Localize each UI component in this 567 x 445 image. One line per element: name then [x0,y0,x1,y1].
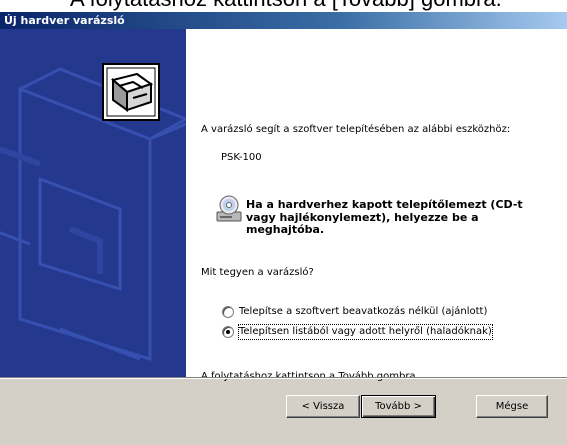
cd-drive-icon [216,195,242,222]
wizard-content: A varázsló segít a szoftver telepítésébe… [201,29,561,382]
banner-text: A folytatáshoz kattintson a [Tovább] gom… [70,0,502,10]
background-instruction-banner: A folytatáshoz kattintson a [Tovább] gom… [0,0,567,12]
option-automatic-label[interactable]: Telepítse a szoftvert beavatkozás nélkül… [239,305,487,319]
back-button[interactable]: < Vissza [286,395,360,418]
radio-manual[interactable] [222,326,234,338]
title-bar[interactable]: Új hardver varázsló [0,12,567,29]
intro-text: A varázsló segít a szoftver telepítésébe… [201,124,511,135]
option-manual-label[interactable]: Telepítsen listából vagy adott helyről (… [238,324,493,340]
wizard-window: Új hardver varázsló A varázsló segít a s… [0,12,567,445]
next-button[interactable]: Tovább > [361,395,436,418]
insert-disk-warning: Ha a hardverhez kapott telepítőlemezt (C… [246,198,523,236]
window-title: Új hardver varázsló [4,14,125,27]
question-label: Mit tegyen a varázsló? [201,267,314,278]
wizard-side-panel [0,29,186,377]
cancel-button[interactable]: Mégse [476,395,548,418]
hardware-box-icon [102,63,160,121]
separator-light [0,378,567,379]
side-panel-art [0,63,186,362]
device-name: PSK-100 [221,152,262,163]
radio-automatic[interactable] [222,306,234,318]
wizard-body: A varázsló segít a szoftver telepítésébe… [0,29,567,382]
